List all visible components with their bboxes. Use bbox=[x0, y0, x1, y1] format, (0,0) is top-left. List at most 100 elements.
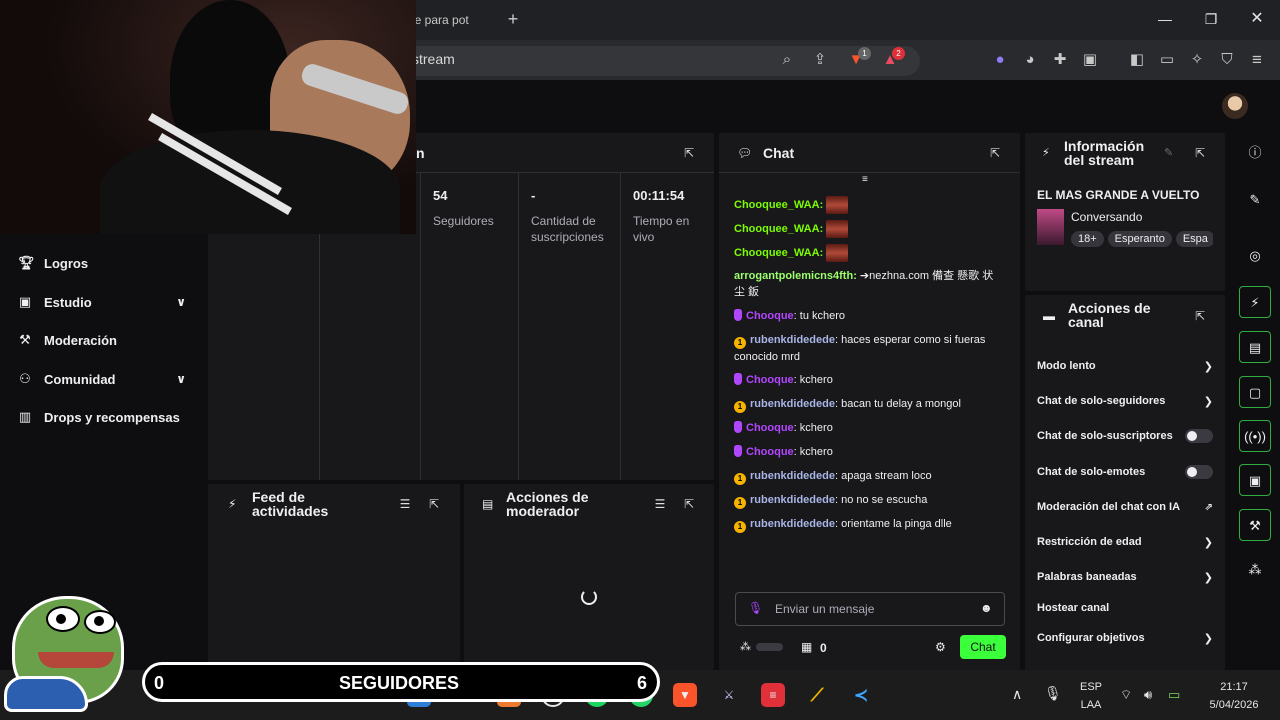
app-icon[interactable]: ≡ bbox=[761, 683, 785, 707]
action-banned-words[interactable]: Palabras baneadas ❯ bbox=[1037, 567, 1213, 587]
chat-username[interactable]: Chooque bbox=[746, 446, 794, 458]
clock[interactable]: 21:17 5/04/2026 bbox=[1200, 680, 1268, 712]
action-goals[interactable]: Configurar objetivos ❯ bbox=[1037, 628, 1213, 648]
emote bbox=[826, 220, 849, 238]
wifi-icon[interactable]: ⌔ bbox=[1120, 688, 1132, 702]
tag[interactable]: 18+ bbox=[1071, 231, 1104, 247]
leo-ai-icon[interactable]: ✧ bbox=[1186, 49, 1208, 71]
vscode-icon[interactable]: ≺ bbox=[849, 683, 873, 707]
ad-icon[interactable]: ▣ bbox=[1239, 464, 1271, 496]
chat-username[interactable]: rubenkdidedede bbox=[750, 334, 835, 346]
chat-send-button[interactable]: Chat bbox=[960, 635, 1006, 659]
maximize-icon[interactable]: ❐ bbox=[1196, 8, 1226, 30]
share-icon[interactable]: ⇪ bbox=[809, 49, 831, 71]
follower-start-count: 0 bbox=[154, 673, 165, 693]
minimize-icon[interactable]: — bbox=[1150, 8, 1180, 30]
chat-text: orientame la pinga dlle bbox=[841, 518, 952, 530]
tag[interactable]: Esperanto bbox=[1107, 231, 1172, 247]
wrench-icon[interactable]: ⚒ bbox=[1239, 509, 1271, 541]
notes-icon[interactable]: ▤ bbox=[1239, 331, 1271, 363]
zoom-icon[interactable]: ⌕ bbox=[776, 49, 798, 71]
chat-username[interactable]: rubenkdidedede bbox=[750, 470, 835, 482]
chevron-right-icon: ❯ bbox=[1203, 632, 1213, 645]
sidebar-toggle-icon[interactable]: ◧ bbox=[1126, 49, 1148, 71]
emote-only-toggle[interactable] bbox=[1185, 465, 1213, 479]
pepe-mouth bbox=[38, 652, 114, 668]
chat-text: no no se escucha bbox=[841, 494, 928, 506]
info-icon[interactable]: ⓘ bbox=[1239, 137, 1271, 169]
session-panel-title: n bbox=[416, 145, 425, 161]
popout-icon[interactable]: ⇱ bbox=[682, 497, 696, 511]
action-label: Configurar objetivos bbox=[1037, 632, 1145, 644]
nav-item-logros[interactable]: 🏆︎ Logros bbox=[18, 253, 88, 273]
tag[interactable]: Espa bbox=[1175, 231, 1213, 247]
extensions-puzzle-icon[interactable]: ✚ bbox=[1049, 49, 1071, 71]
new-tab-icon[interactable]: + bbox=[502, 8, 524, 30]
divider bbox=[620, 172, 621, 480]
subscribers-only-toggle[interactable] bbox=[1185, 429, 1213, 443]
menu-icon[interactable]: ≡ bbox=[1246, 49, 1268, 71]
chat-username[interactable]: rubenkdidedede bbox=[750, 494, 835, 506]
clip-icon[interactable]: ◎ bbox=[1239, 240, 1271, 272]
popout-icon[interactable]: ⇱ bbox=[682, 146, 696, 160]
action-slow-mode[interactable]: Modo lento ❯ bbox=[1037, 356, 1213, 376]
gear-icon[interactable]: ⚙ bbox=[935, 640, 946, 654]
wallet-icon[interactable]: ▭ bbox=[1156, 49, 1178, 71]
action-age-restriction[interactable]: Restricción de edad ❯ bbox=[1037, 532, 1213, 552]
nav-item-comunidad[interactable]: ⚇ Comunidad ∨ bbox=[18, 369, 186, 389]
chat-message: Chooque: tu kchero bbox=[734, 308, 1004, 324]
popout-icon[interactable]: ⇱ bbox=[1193, 309, 1207, 323]
title-line: Acciones de bbox=[506, 489, 589, 505]
chat-username[interactable]: Chooque bbox=[746, 310, 794, 322]
channel-points-icon[interactable]: ⁂ bbox=[1239, 554, 1271, 586]
chat-username[interactable]: arrogantpolemicns4fth bbox=[734, 270, 853, 282]
reader-icon[interactable]: ▣ bbox=[1079, 49, 1101, 71]
browser-tab[interactable]: are para pot bbox=[404, 6, 496, 40]
filter-icon[interactable]: ☰ bbox=[653, 497, 667, 511]
chat-username[interactable]: Chooque bbox=[746, 422, 794, 434]
brave-taskbar-icon[interactable]: ▼ bbox=[673, 683, 697, 707]
nav-item-drops[interactable]: ▥ Drops y recompensas bbox=[18, 407, 180, 427]
extension-palette-icon[interactable]: ◕ bbox=[1019, 49, 1041, 71]
action-ai-moderation[interactable]: Moderación del chat con IA ⇗ bbox=[1037, 497, 1213, 517]
action-host-channel[interactable]: Hostear canal bbox=[1037, 598, 1213, 618]
chat-username[interactable]: rubenkdidedede bbox=[750, 518, 835, 530]
edit-icon[interactable]: ✎ bbox=[1164, 146, 1173, 159]
chat-username[interactable]: Chooque bbox=[746, 374, 794, 386]
chat-text: tu kchero bbox=[799, 310, 846, 322]
chat-settings-collapse-icon[interactable]: ≡ bbox=[862, 174, 868, 185]
edit-icon[interactable]: ✎ bbox=[1239, 184, 1271, 216]
mic-icon[interactable]: 🎙︎ bbox=[1044, 686, 1062, 700]
volume-icon[interactable]: 🔊︎ bbox=[1144, 688, 1152, 702]
app-icon[interactable]: ⟋ bbox=[805, 683, 829, 707]
chat-username[interactable]: Chooquee_WAA bbox=[734, 247, 820, 259]
popout-icon[interactable]: ⇱ bbox=[1193, 146, 1207, 160]
nav-item-estudio[interactable]: ▣ Estudio ∨ bbox=[18, 292, 186, 312]
pin-icon: ⚡︎ bbox=[1042, 147, 1050, 159]
chat-bubble-icon[interactable]: ▢ bbox=[1239, 376, 1271, 408]
popout-icon[interactable]: ⇱ bbox=[427, 497, 441, 511]
nav-label: Estudio bbox=[44, 294, 92, 310]
chat-username[interactable]: Chooquee_WAA bbox=[734, 223, 820, 235]
avatar[interactable] bbox=[1222, 93, 1248, 119]
nav-item-moderacion[interactable]: ⚒ Moderación bbox=[18, 330, 117, 350]
bolt-icon[interactable]: ⚡︎ bbox=[1239, 286, 1271, 318]
extension-ghost-icon[interactable]: ● bbox=[989, 49, 1011, 71]
chat-username[interactable]: rubenkdidedede bbox=[750, 398, 835, 410]
action-label: Chat de solo-seguidores bbox=[1037, 395, 1166, 407]
language-indicator[interactable]: ESP LAA bbox=[1074, 680, 1108, 712]
battery-icon[interactable]: ▭ bbox=[1168, 688, 1180, 702]
broadcast-icon[interactable]: ((•)) bbox=[1239, 420, 1271, 452]
store-icon[interactable]: ▦ bbox=[801, 640, 812, 654]
filter-icon[interactable]: ☰ bbox=[398, 497, 412, 511]
action-followers-only[interactable]: Chat de solo-seguidores ❯ bbox=[1037, 391, 1213, 411]
chat-username[interactable]: Chooquee_WAA bbox=[734, 199, 820, 211]
vpn-icon[interactable]: ⛉ bbox=[1216, 49, 1238, 71]
close-icon[interactable]: ✕ bbox=[1242, 8, 1272, 30]
app-icon[interactable]: ⚔ bbox=[717, 683, 741, 707]
address-bar[interactable] bbox=[404, 46, 920, 76]
emote-picker-icon[interactable]: ☻ bbox=[980, 601, 993, 615]
chevron-up-icon[interactable]: ∧ bbox=[1012, 687, 1022, 701]
popout-icon[interactable]: ⇱ bbox=[988, 146, 1002, 160]
chat-message: Chooquee_WAA: bbox=[734, 220, 1004, 238]
